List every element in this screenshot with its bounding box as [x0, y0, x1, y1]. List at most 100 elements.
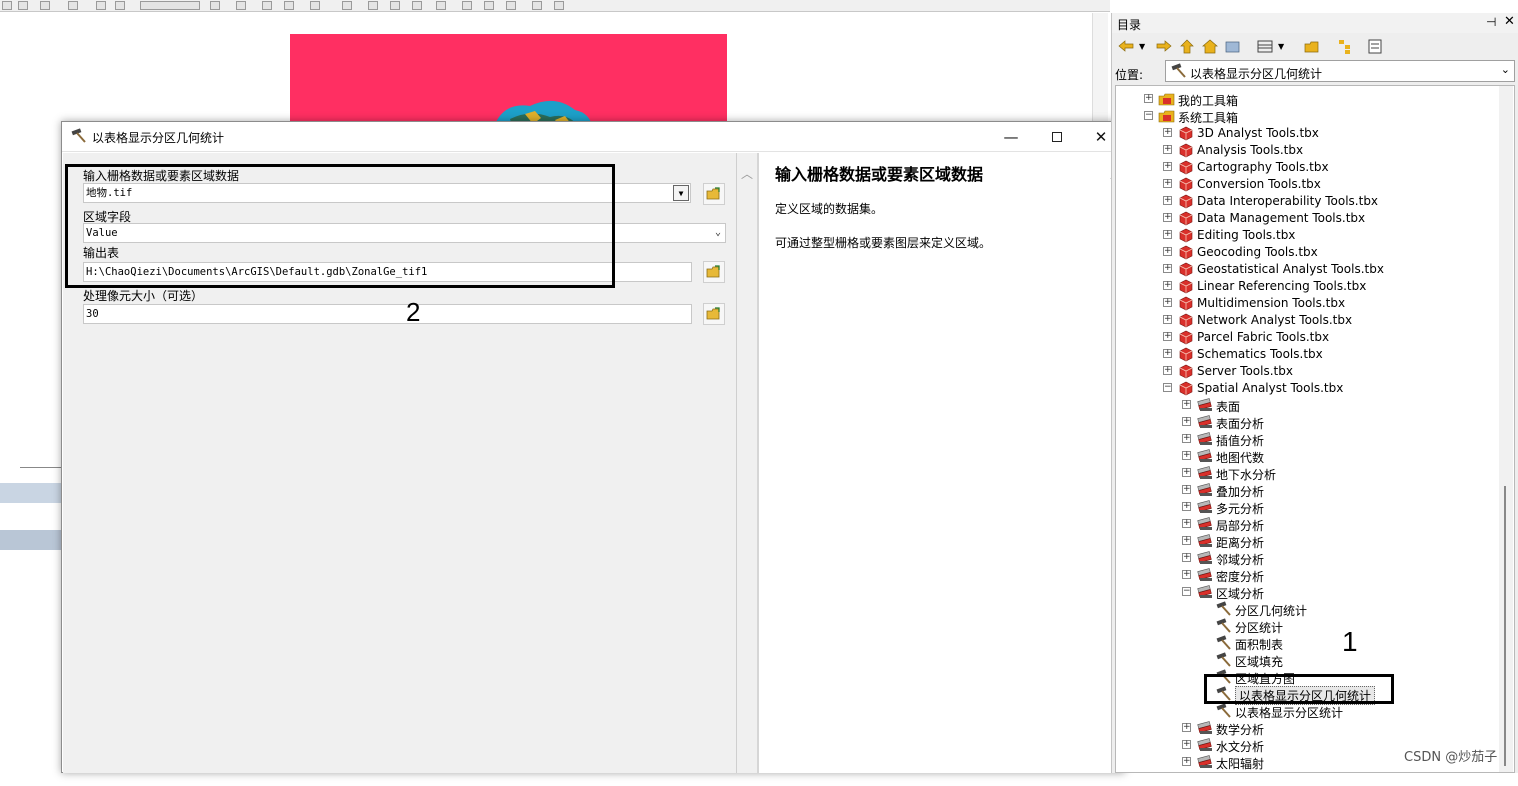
tree-expander-icon[interactable]: +: [1163, 298, 1172, 307]
chevron-down-icon[interactable]: ⌄: [1501, 63, 1510, 76]
tree-expander-icon[interactable]: +: [1182, 502, 1191, 511]
tree-item-label: Editing Tools.tbx: [1197, 228, 1295, 242]
toolset-icon: [1196, 567, 1214, 583]
minimize-button[interactable]: —: [988, 122, 1034, 152]
tree-expander-icon[interactable]: +: [1163, 179, 1172, 188]
tree-expander-icon[interactable]: +: [1163, 264, 1172, 273]
tree-expander-icon[interactable]: +: [1182, 740, 1191, 749]
toolbar-dropdown[interactable]: [554, 1, 564, 10]
catalog-scrollbar[interactable]: [1499, 86, 1513, 773]
hammer-icon: [1215, 618, 1233, 634]
catalog-close-button[interactable]: ✕: [1504, 14, 1515, 29]
tree-expander-icon[interactable]: +: [1182, 519, 1191, 528]
toolset-icon: [1196, 414, 1214, 430]
toolbox-icon: [1177, 278, 1195, 294]
toolbar-combo[interactable]: [140, 1, 200, 10]
tree-view-icon[interactable]: [1336, 38, 1354, 55]
view-grid-icon[interactable]: [1256, 38, 1274, 55]
toolbar-button[interactable]: [390, 1, 400, 10]
catalog-panel: 目录 ⊣ ✕ ▼ ▼: [1111, 13, 1518, 773]
tree-expander-icon[interactable]: +: [1163, 332, 1172, 341]
forward-arrow-icon[interactable]: [1155, 38, 1173, 55]
maximize-icon: [1052, 132, 1062, 142]
tree-expander-icon[interactable]: +: [1182, 723, 1191, 732]
tree-expander-icon[interactable]: +: [1182, 757, 1191, 766]
tree-expander-icon[interactable]: +: [1163, 281, 1172, 290]
toolbar-button[interactable]: [262, 1, 272, 10]
scrollbar-thumb[interactable]: [1504, 486, 1506, 766]
tree-expander-icon[interactable]: +: [1182, 536, 1191, 545]
tree-expander-icon[interactable]: +: [1144, 94, 1153, 103]
toc-row[interactable]: [0, 530, 62, 550]
toolbar-button[interactable]: [236, 1, 246, 10]
toolbar-button[interactable]: [342, 1, 352, 10]
maximize-button[interactable]: [1034, 122, 1080, 152]
tree-item-label: 多元分析: [1216, 500, 1264, 517]
toolbar-button[interactable]: [532, 1, 542, 10]
location-combo[interactable]: 以表格显示分区几何统计 ⌄: [1165, 60, 1515, 82]
tree-expander-icon[interactable]: +: [1163, 145, 1172, 154]
tree-expander-icon[interactable]: +: [1182, 417, 1191, 426]
tree-expander-icon[interactable]: +: [1163, 162, 1172, 171]
tree-expander-icon[interactable]: −: [1163, 383, 1172, 392]
toolbar-button[interactable]: [210, 1, 220, 10]
browse-output-button[interactable]: [703, 261, 725, 283]
toolbar-button[interactable]: [96, 1, 106, 10]
tree-expander-icon[interactable]: +: [1182, 485, 1191, 494]
toolbar-button[interactable]: [412, 1, 422, 10]
browse-cell-size-button[interactable]: [703, 303, 725, 325]
toc-row[interactable]: [0, 483, 62, 503]
up-level-icon[interactable]: [1178, 38, 1196, 55]
browse-input-button[interactable]: [703, 183, 725, 205]
hammer-icon: [1215, 635, 1233, 651]
dialog-titlebar[interactable]: 以表格显示分区几何统计 — ✕: [62, 122, 1124, 152]
toolbar-button[interactable]: [310, 1, 320, 10]
tree-expander-icon[interactable]: +: [1182, 434, 1191, 443]
tree-expander-icon[interactable]: +: [1163, 247, 1172, 256]
tree-item-label: 分区统计: [1235, 619, 1283, 636]
tree-expander-icon[interactable]: +: [1163, 349, 1172, 358]
view-dropdown-icon[interactable]: ▼: [1278, 38, 1296, 55]
pin-icon[interactable]: ⊣: [1486, 15, 1496, 29]
params-scrollbar[interactable]: ︿: [737, 153, 757, 773]
toolset-icon: [1196, 533, 1214, 549]
toolbar-button[interactable]: [284, 1, 294, 10]
toolset-icon: [1196, 465, 1214, 481]
tree-expander-icon[interactable]: +: [1182, 468, 1191, 477]
tree-expander-icon[interactable]: +: [1163, 315, 1172, 324]
tree-item-label: Conversion Tools.tbx: [1197, 177, 1321, 191]
scroll-up-icon[interactable]: ︿: [741, 165, 753, 182]
tree-expander-icon[interactable]: −: [1182, 587, 1191, 596]
connect-folder-icon[interactable]: [1224, 38, 1242, 55]
toolbar-button[interactable]: [2, 1, 12, 10]
tree-expander-icon[interactable]: +: [1182, 451, 1191, 460]
tree-item-label: 地下水分析: [1216, 466, 1276, 483]
tree-expander-icon[interactable]: +: [1163, 196, 1172, 205]
tree-expander-icon[interactable]: +: [1182, 553, 1191, 562]
tree-expander-icon[interactable]: +: [1163, 128, 1172, 137]
tool-dialog: 以表格显示分区几何统计 — ✕ 输入栅格数据或要素区域数据 地物.tif ▼ 区…: [61, 121, 1125, 773]
cell-size-input[interactable]: 30: [83, 304, 692, 324]
tree-expander-icon[interactable]: +: [1163, 230, 1172, 239]
tree-expander-icon[interactable]: +: [1182, 570, 1191, 579]
tree-expander-icon[interactable]: +: [1182, 400, 1191, 409]
toolbar-button[interactable]: [18, 1, 28, 10]
new-folder-icon[interactable]: [1303, 38, 1321, 55]
toolbar-button[interactable]: [484, 1, 494, 10]
toolbar-button[interactable]: [68, 1, 78, 10]
tree-item-label: Data Interoperability Tools.tbx: [1197, 194, 1378, 208]
toolbar-dropdown[interactable]: [115, 1, 125, 10]
tree-expander-icon[interactable]: +: [1163, 366, 1172, 375]
chevron-down-icon[interactable]: ⌄: [715, 224, 721, 242]
options-icon[interactable]: [1366, 38, 1384, 55]
dropdown-arrow-icon[interactable]: ▼: [673, 185, 689, 201]
tree-expander-icon[interactable]: −: [1144, 111, 1153, 120]
home-icon[interactable]: [1201, 38, 1219, 55]
toolbar-button[interactable]: [506, 1, 516, 10]
toolbar-button[interactable]: [40, 1, 50, 10]
toolbar-button[interactable]: [368, 1, 378, 10]
toolbar-button[interactable]: [462, 1, 472, 10]
tree-expander-icon[interactable]: +: [1163, 213, 1172, 222]
back-arrow-icon[interactable]: [1117, 38, 1135, 55]
toolbar-button[interactable]: [436, 1, 446, 10]
